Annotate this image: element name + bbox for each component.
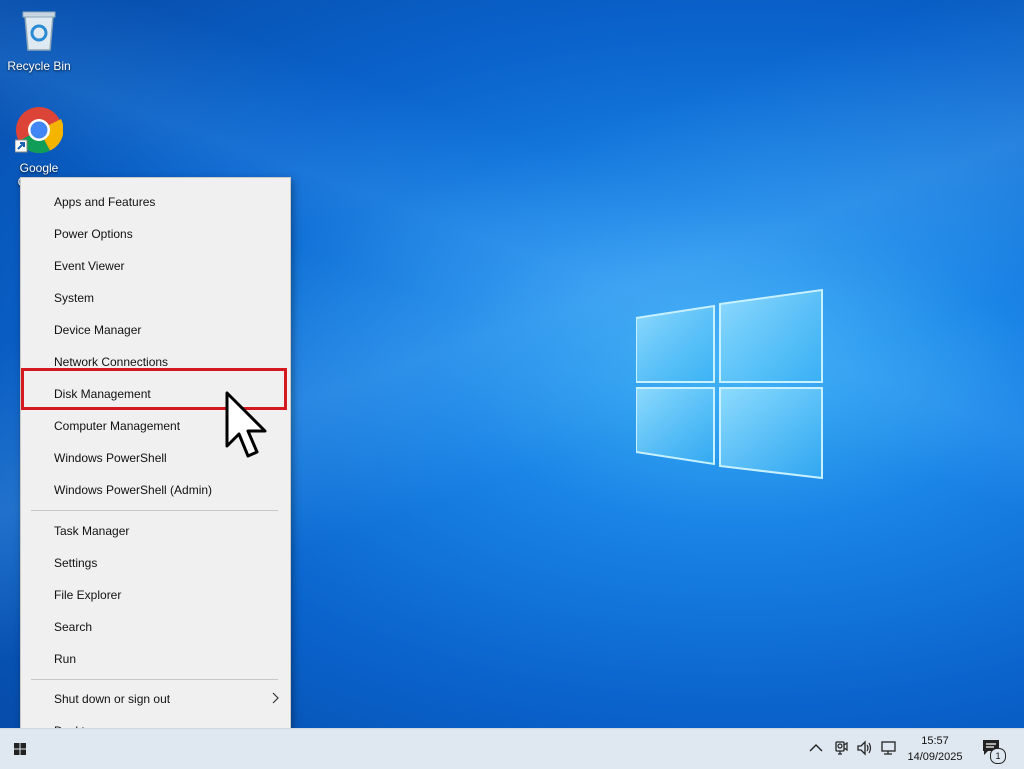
menu-item-label: Device Manager bbox=[54, 323, 142, 337]
taskbar-clock[interactable]: 15:57 14/09/2025 bbox=[896, 733, 974, 765]
recycle-bin-label: Recycle Bin bbox=[7, 59, 71, 73]
menu-item-label: Settings bbox=[54, 556, 98, 570]
chevron-right-icon bbox=[272, 692, 279, 704]
recycle-bin-icon bbox=[22, 11, 56, 51]
menu-item-system[interactable]: System bbox=[21, 282, 290, 314]
volume-icon[interactable] bbox=[856, 740, 874, 756]
menu-item-event-viewer[interactable]: Event Viewer bbox=[21, 250, 290, 282]
menu-item-label: Shut down or sign out bbox=[54, 692, 171, 706]
menu-item-label: Network Connections bbox=[54, 355, 169, 369]
clock-date: 14/09/2025 bbox=[907, 751, 963, 763]
menu-item-windows-powershell-admin[interactable]: Windows PowerShell (Admin) bbox=[21, 474, 290, 506]
chrome-icon bbox=[14, 107, 64, 154]
clock-time: 15:57 bbox=[921, 735, 949, 747]
winx-context-menu: Apps and Features Power Options Event Vi… bbox=[20, 177, 291, 759]
menu-item-search[interactable]: Search bbox=[21, 611, 290, 643]
menu-item-label: Power Options bbox=[54, 227, 133, 241]
menu-item-file-explorer[interactable]: File Explorer bbox=[21, 579, 290, 611]
windows-logo-wallpaper bbox=[636, 288, 823, 480]
menu-item-label: Windows PowerShell (Admin) bbox=[54, 483, 213, 497]
menu-item-label: File Explorer bbox=[54, 588, 122, 602]
chevron-up-icon[interactable] bbox=[809, 742, 823, 754]
menu-item-power-options[interactable]: Power Options bbox=[21, 218, 290, 250]
desktop-icon-recycle-bin[interactable]: Recycle Bin bbox=[4, 8, 74, 73]
taskbar: 15:57 14/09/2025 1 bbox=[0, 728, 1024, 769]
menu-item-label: Event Viewer bbox=[54, 259, 125, 273]
mouse-pointer-icon bbox=[225, 391, 267, 458]
menu-separator bbox=[31, 510, 278, 511]
menu-item-shut-down-or-sign-out[interactable]: Shut down or sign out bbox=[21, 683, 290, 715]
menu-item-label: Task Manager bbox=[54, 524, 130, 538]
menu-item-label: System bbox=[54, 291, 95, 305]
menu-item-label: Computer Management bbox=[54, 419, 181, 433]
meet-now-icon[interactable] bbox=[833, 740, 849, 756]
menu-item-settings[interactable]: Settings bbox=[21, 547, 290, 579]
menu-item-run[interactable]: Run bbox=[21, 643, 290, 675]
menu-item-label: Windows PowerShell bbox=[54, 451, 167, 465]
menu-item-task-manager[interactable]: Task Manager bbox=[21, 515, 290, 547]
menu-item-apps-and-features[interactable]: Apps and Features bbox=[21, 186, 290, 218]
menu-item-label: Apps and Features bbox=[54, 195, 156, 209]
notification-count-badge: 1 bbox=[990, 748, 1006, 764]
menu-item-device-manager[interactable]: Device Manager bbox=[21, 314, 290, 346]
start-button-icon[interactable] bbox=[14, 743, 26, 755]
action-center-button[interactable]: 1 bbox=[982, 739, 1006, 764]
menu-item-label: Search bbox=[54, 620, 93, 634]
menu-item-label: Run bbox=[54, 652, 77, 666]
menu-separator bbox=[31, 679, 278, 680]
